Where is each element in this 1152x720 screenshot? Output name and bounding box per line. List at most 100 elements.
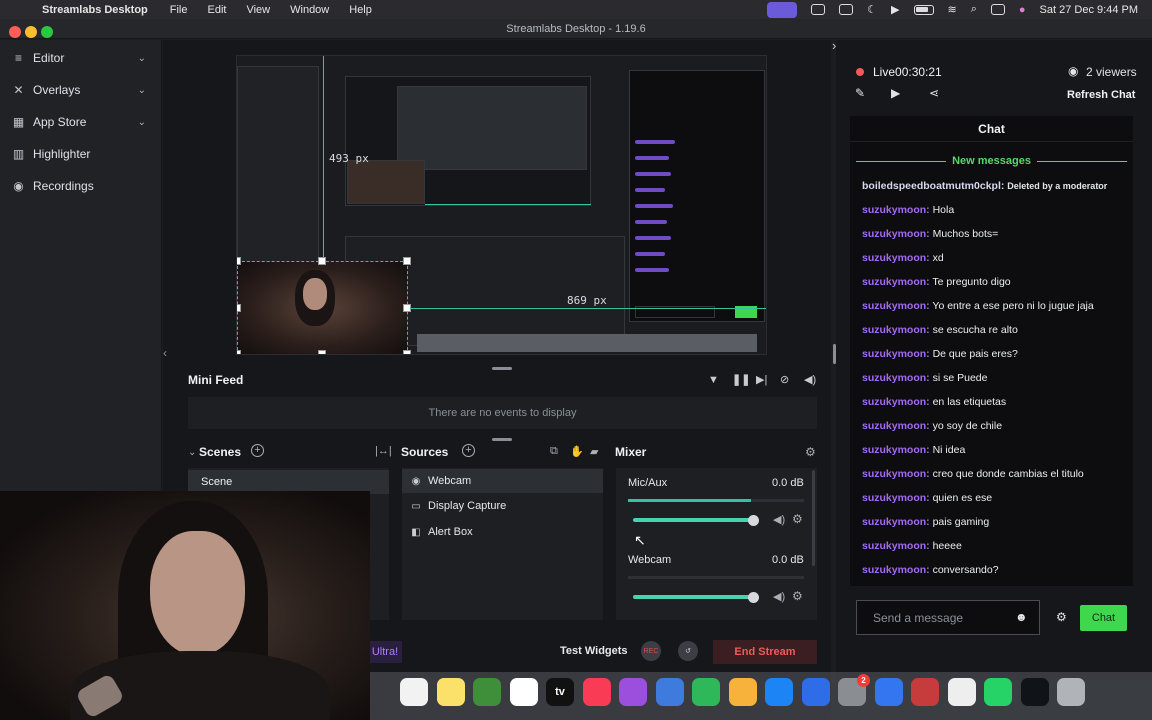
chat-username[interactable]: suzukymoon:	[862, 444, 930, 456]
menu-edit[interactable]: Edit	[208, 4, 227, 16]
numbers-icon[interactable]	[692, 678, 720, 706]
rec-button[interactable]: REC	[641, 641, 661, 661]
maximize-window-button[interactable]	[41, 26, 53, 38]
clip-icon[interactable]: ▶	[891, 86, 900, 100]
chrome-icon[interactable]	[947, 678, 976, 706]
siri-icon[interactable]: ●	[1019, 4, 1026, 16]
menu-app-name[interactable]: Streamlabs Desktop	[42, 4, 148, 16]
volume-icon[interactable]: ◀)	[773, 590, 785, 603]
chat-username[interactable]: suzukymoon:	[862, 564, 930, 576]
gear-icon[interactable]: ⚙	[792, 589, 803, 603]
chat-username[interactable]: suzukymoon:	[862, 252, 930, 264]
screen-record-icon[interactable]	[767, 1, 798, 18]
add-source-icon[interactable]: +	[462, 444, 475, 457]
battery-icon[interactable]	[913, 4, 934, 15]
folder-icon[interactable]: ▰	[590, 445, 598, 458]
sidebar-item-recordings[interactable]: ◉ Recordings	[0, 172, 162, 200]
ultra-badge[interactable]: Ultra!	[368, 641, 402, 663]
notes-icon[interactable]	[436, 678, 465, 706]
gear-icon[interactable]: ⚙	[1056, 610, 1067, 624]
wifi-icon[interactable]: ≋	[948, 3, 957, 16]
mute-alerts-icon[interactable]: ⊘	[780, 373, 789, 386]
resize-handle[interactable]	[318, 257, 326, 265]
slider-knob[interactable]	[748, 592, 759, 603]
emoji-icon[interactable]: ☻	[1015, 610, 1028, 624]
source-item-webcam[interactable]: ◉ Webcam	[402, 469, 603, 493]
chat-username[interactable]: suzukymoon:	[862, 348, 930, 360]
chat-username[interactable]: suzukymoon:	[862, 492, 930, 504]
edit-stream-icon[interactable]: ✎	[855, 86, 865, 100]
photo-booth-icon[interactable]	[911, 678, 939, 706]
resize-handle[interactable]	[318, 350, 326, 354]
chat-username[interactable]: suzukymoon:	[862, 540, 930, 552]
end-stream-button[interactable]: End Stream	[713, 640, 817, 664]
drag-handle[interactable]	[492, 367, 512, 370]
gear-icon[interactable]: ⚙	[792, 512, 803, 526]
resize-handle[interactable]	[237, 257, 241, 265]
resize-handle[interactable]	[237, 304, 241, 312]
collapse-left-icon[interactable]: ‹	[163, 346, 167, 360]
gear-icon[interactable]: ⚙	[805, 445, 816, 459]
refresh-chat-button[interactable]: Refresh Chat	[1067, 89, 1135, 101]
reminders-icon[interactable]	[400, 678, 428, 706]
menu-window[interactable]: Window	[290, 4, 329, 16]
menu-help[interactable]: Help	[349, 4, 372, 16]
control-center-icon[interactable]	[990, 4, 1005, 15]
chat-send-button[interactable]: Chat	[1080, 605, 1127, 631]
pages-icon[interactable]	[728, 678, 757, 706]
chat-username[interactable]: suzukymoon:	[862, 204, 930, 216]
chat-username[interactable]: boiledspeedboatmutm0ckpl:	[862, 180, 1004, 192]
replay-buffer-icon[interactable]: ↺	[678, 641, 698, 661]
freeform-icon[interactable]	[509, 678, 538, 706]
podcasts-icon[interactable]	[619, 678, 647, 706]
chat-username[interactable]: suzukymoon:	[862, 396, 930, 408]
scene-transitions-icon[interactable]: |↔|	[375, 445, 392, 457]
datetime[interactable]: Sat 27 Dec 9:44 PM	[1040, 4, 1138, 16]
sidebar-item-overlays[interactable]: ✕ Overlays ⌄	[0, 76, 162, 104]
chat-username[interactable]: suzukymoon:	[862, 372, 930, 384]
remove-source-icon[interactable]: ✋	[570, 445, 584, 458]
streamlabs-icon[interactable]	[1020, 678, 1049, 706]
input-source-icon[interactable]	[839, 4, 854, 15]
close-window-button[interactable]	[9, 26, 21, 38]
chat-username[interactable]: suzukymoon:	[862, 516, 930, 528]
menu-view[interactable]: View	[246, 4, 270, 16]
minimize-window-button[interactable]	[25, 26, 37, 38]
menu-file[interactable]: File	[170, 4, 188, 16]
volume-icon[interactable]: ◀)	[773, 513, 785, 526]
search-icon[interactable]: ⌕	[971, 3, 977, 16]
test-widgets-button[interactable]: Test Widgets	[560, 645, 628, 657]
volume-icon[interactable]: ◀)	[804, 373, 816, 386]
sidebar-item-highlighter[interactable]: ▥ Highlighter	[0, 140, 162, 168]
app-store-icon[interactable]	[765, 678, 793, 706]
moon-icon[interactable]: ☾	[867, 3, 877, 16]
sidebar-item-editor[interactable]: ≡ Editor ⌄	[0, 44, 162, 72]
minecraft-icon[interactable]	[473, 678, 501, 706]
source-item-alert-box[interactable]: ◧ Alert Box	[402, 520, 603, 544]
slider-knob[interactable]	[748, 515, 759, 526]
sidebar-item-app-store[interactable]: ▦ App Store ⌄	[0, 108, 162, 136]
chat-username[interactable]: suzukymoon:	[862, 228, 930, 240]
source-item-display-capture[interactable]: ▭ Display Capture	[402, 494, 603, 518]
trash-icon[interactable]	[1057, 678, 1085, 706]
filter-icon[interactable]: ▼	[708, 374, 719, 386]
resize-handle[interactable]	[403, 350, 411, 354]
mixer-scrollbar[interactable]	[812, 470, 815, 566]
mixer-volume-slider[interactable]	[633, 518, 753, 522]
gamepad-icon[interactable]	[811, 4, 826, 15]
pause-icon[interactable]: ❚❚	[732, 373, 750, 386]
skip-icon[interactable]: ▶|	[756, 373, 767, 386]
play-icon[interactable]: ▶	[891, 3, 899, 16]
drag-handle[interactable]	[492, 438, 512, 441]
system-settings-icon[interactable]: 2	[838, 674, 870, 706]
stream-preview[interactable]: 493 px 869 px	[236, 55, 767, 355]
chat-username[interactable]: suzukymoon:	[862, 420, 930, 432]
chat-username[interactable]: suzukymoon:	[862, 468, 930, 480]
chat-username[interactable]: suzukymoon:	[862, 276, 930, 288]
whatsapp-icon[interactable]	[984, 678, 1012, 706]
chat-input[interactable]: Send a message	[856, 600, 1040, 635]
keynote-icon[interactable]	[655, 678, 684, 706]
share-icon[interactable]: ⋖	[929, 86, 939, 100]
chevron-down-icon[interactable]: ⌄	[188, 447, 196, 458]
apple-tv-icon[interactable]: tv	[546, 678, 574, 706]
